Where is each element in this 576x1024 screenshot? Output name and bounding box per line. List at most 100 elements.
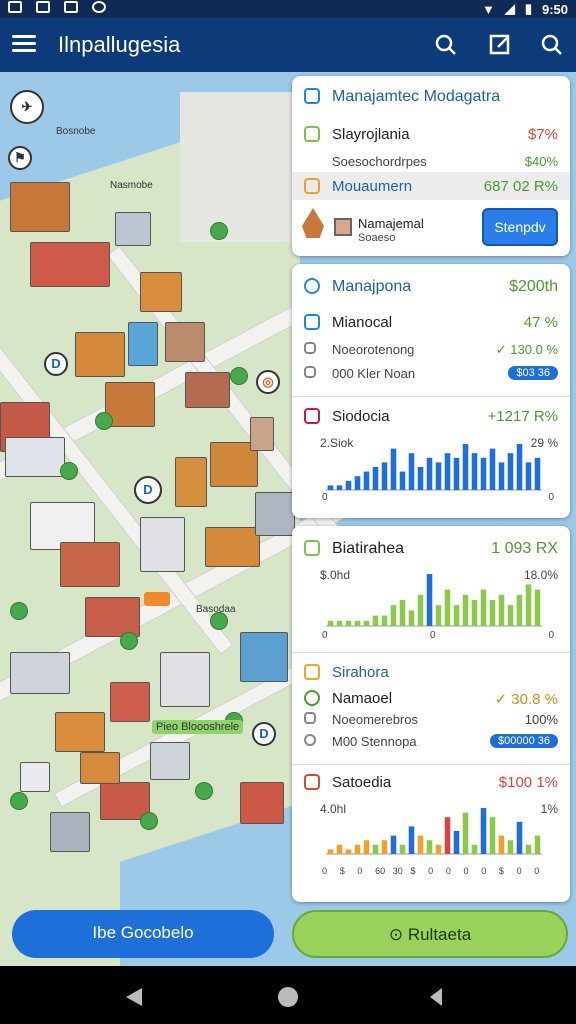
building (115, 212, 151, 246)
chart-bar (471, 844, 478, 854)
panel1-row2-label: Soesochordrpes (332, 154, 427, 169)
map-marker-orange[interactable] (144, 592, 170, 606)
chart3-x-label: $ (498, 866, 504, 876)
chart-bar (516, 821, 523, 854)
map-pin[interactable]: D (134, 476, 162, 504)
app-title: Ilnpallugesia (58, 32, 181, 57)
edit-icon[interactable] (486, 31, 514, 59)
chart-bar (435, 462, 442, 490)
map-label-highlight[interactable]: Pieo Bloooshrele (152, 720, 244, 734)
panel2-row3-pill[interactable]: $03 36 (508, 366, 558, 380)
chart-bar (345, 620, 352, 626)
compass-icon[interactable]: ✈ (10, 90, 44, 124)
panel1-action-button[interactable]: Stenpdv (482, 208, 558, 246)
clock-icon (304, 734, 316, 746)
doc-icon (304, 366, 316, 378)
panel3-row1-value: ✓ 30.8 % (494, 691, 558, 708)
chart-bar (417, 835, 424, 854)
chart3-x-label: 0 (322, 866, 328, 876)
chart-bar (381, 840, 388, 854)
chart-bar (480, 808, 487, 854)
chart-bar (480, 457, 487, 490)
chart-bar (354, 476, 361, 490)
chart-bar (363, 840, 370, 854)
back-icon[interactable] (126, 988, 142, 1006)
building (160, 652, 210, 707)
notification-icon (8, 1, 22, 13)
search-icon[interactable] (432, 31, 460, 59)
chart-bar (471, 453, 478, 490)
panel3-row3-pill[interactable]: $00000 36 (490, 734, 558, 748)
panel1-row1-label: Slayrojlania (332, 126, 410, 143)
divider (292, 396, 570, 397)
app-notification-icon (92, 1, 106, 13)
chart3-x-label: 0 (463, 866, 469, 876)
tree (230, 367, 248, 385)
chart-bar (336, 620, 343, 626)
building (50, 812, 90, 852)
tree (60, 462, 78, 480)
gallery-icon (36, 1, 50, 13)
chart-bar (471, 600, 478, 626)
status-icon (304, 126, 320, 142)
building (140, 272, 182, 312)
chart-bar (372, 467, 379, 490)
location-pin-icon[interactable]: ⚑ (8, 146, 32, 170)
panel3-row2-value: 100% (524, 712, 558, 727)
tree (10, 792, 28, 810)
chart-bar (489, 600, 496, 626)
battery-icon: ▮ (524, 1, 532, 16)
building (240, 782, 284, 824)
panel3-chart-value: 1 093 RX (491, 540, 558, 557)
panel3-chart2-value: $100 1% (498, 774, 558, 791)
map-pin[interactable]: D (252, 722, 276, 746)
panel2-row2-label: Noeorotenong (332, 342, 415, 357)
map-pin[interactable]: D (44, 352, 68, 376)
temple-thumbnail-icon (302, 208, 324, 238)
chart2-zero-right: 0 (548, 630, 554, 641)
panel1-row2-value: $40% (524, 154, 558, 169)
chart3-x-label: 0 (445, 866, 451, 876)
tree (95, 412, 113, 430)
chart-bar (444, 817, 451, 854)
chart-bar (336, 485, 343, 490)
app-screen: ▼ ◢ ▮ 9:50 Ilnpallugesia Bosnobe Nasmobe… (0, 0, 576, 1024)
image-icon (334, 218, 352, 236)
building (55, 712, 105, 752)
poi-pin-icon[interactable]: ◎ (256, 370, 280, 394)
tree (140, 812, 158, 830)
chart3-x-label: 30 (392, 866, 403, 876)
building (30, 242, 110, 287)
chart1-zero-right: 0 (548, 492, 554, 503)
chart-bar (390, 605, 397, 626)
map-label: Nasmobe (110, 180, 153, 191)
panel2-row3-label: 000 Kler Noan (332, 366, 416, 381)
chart-bar (345, 480, 352, 490)
arrow-circle-icon: ⊙ (388, 925, 404, 944)
building (5, 437, 65, 477)
panel3-section-label: Sirahora (332, 664, 389, 681)
home-icon[interactable] (278, 987, 298, 1007)
panel2-row1-label: Mianocal (332, 314, 393, 331)
chart-bar (444, 453, 451, 490)
panel3-row3-label: M00 Stennopa (332, 734, 417, 749)
building (185, 372, 230, 408)
message-icon (64, 1, 78, 13)
recents-icon[interactable] (430, 988, 442, 1006)
panel2-chart-title: Siodocia (332, 408, 390, 425)
chart-bar (453, 605, 460, 626)
bottom-right-button[interactable]: ⊙ Rultaeta (292, 910, 568, 958)
building (205, 527, 260, 567)
search-icon-secondary[interactable] (538, 31, 566, 59)
chart-bar (408, 826, 415, 854)
building (20, 762, 50, 792)
menu-icon[interactable] (12, 32, 36, 56)
chart3-x-label: $ (410, 866, 416, 876)
church-building (128, 322, 158, 366)
chart-bar (435, 605, 442, 626)
bottom-left-button[interactable]: Ibe Gocobelo (12, 910, 274, 958)
chart-3 (326, 808, 542, 855)
chart-bar (417, 594, 424, 626)
pagoda-building (175, 457, 207, 507)
chart3-x-label: 0 (481, 866, 487, 876)
